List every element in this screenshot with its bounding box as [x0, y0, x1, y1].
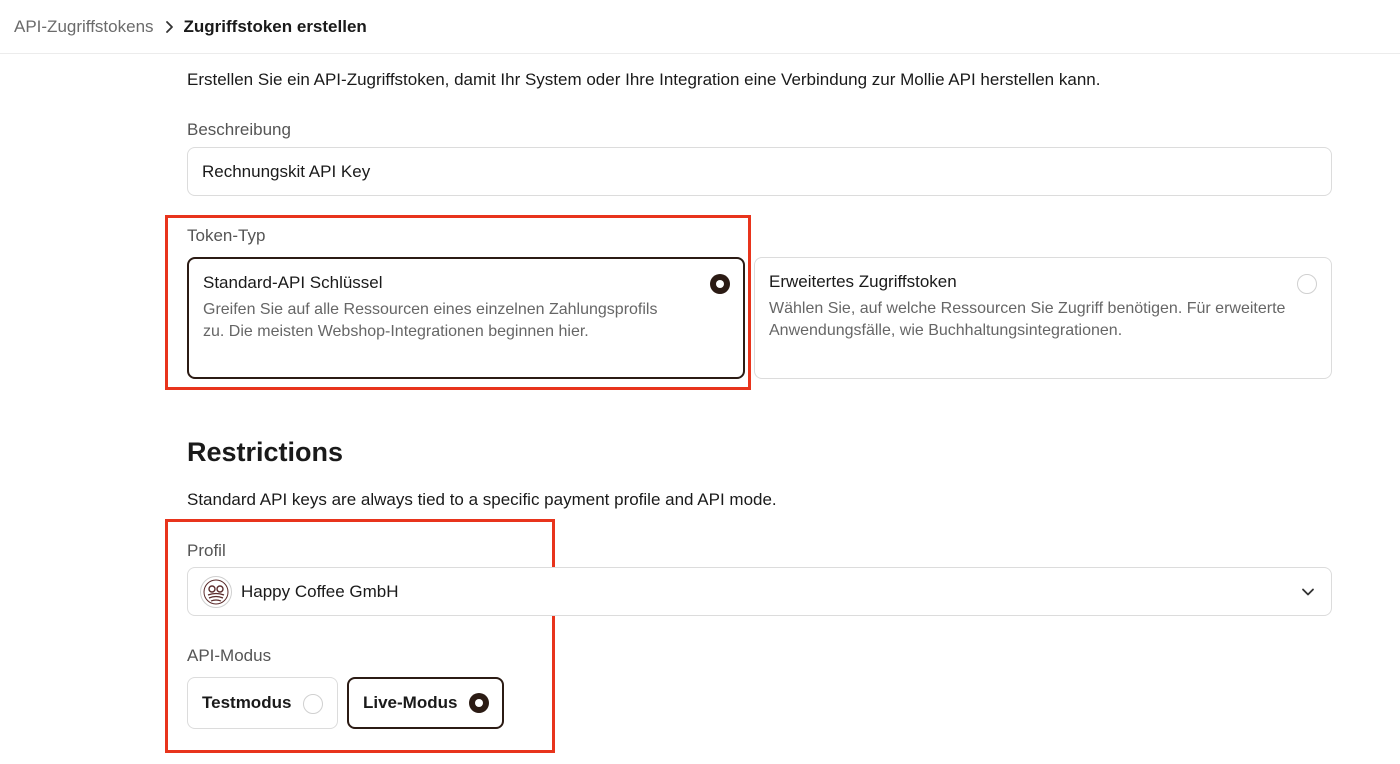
api-mode-label: API-Modus	[187, 646, 272, 665]
api-mode-test-label: Testmodus	[202, 693, 292, 712]
restrictions-description: Standard API keys are always tied to a s…	[187, 490, 777, 509]
description-input[interactable]: Rechnungskit API Key	[187, 147, 1332, 196]
breadcrumb-current: Zugriffstoken erstellen	[183, 16, 367, 36]
api-mode-live-label: Live-Modus	[363, 693, 458, 712]
chevron-right-icon	[164, 20, 174, 34]
token-option-extended-title: Erweitertes Zugriffstoken	[769, 272, 957, 291]
token-option-extended-description: Wählen Sie, auf welche Ressourcen Sie Zu…	[769, 300, 1286, 339]
coffee-logo-icon	[200, 575, 232, 608]
intro-text: Erstellen Sie ein API-Zugriffstoken, dam…	[187, 70, 1101, 89]
token-option-extended[interactable]: Erweitertes Zugriffstoken Wählen Sie, au…	[754, 257, 1332, 379]
token-option-standard-title: Standard-API Schlüssel	[203, 273, 383, 292]
token-option-standard[interactable]: Standard-API Schlüssel Greifen Sie auf a…	[187, 257, 745, 379]
description-input-value: Rechnungskit API Key	[202, 161, 371, 181]
token-option-standard-description: Greifen Sie auf alle Ressourcen eines ei…	[203, 301, 658, 340]
radio-selected-icon[interactable]	[710, 274, 730, 294]
radio-unselected-icon[interactable]	[1297, 274, 1317, 294]
radio-selected-icon[interactable]	[469, 693, 489, 713]
token-type-label: Token-Typ	[187, 226, 266, 245]
profile-select[interactable]: Happy Coffee GmbH	[187, 567, 1332, 616]
api-mode-test-option[interactable]: Testmodus	[187, 677, 338, 729]
radio-unselected-icon[interactable]	[303, 694, 323, 714]
restrictions-title: Restrictions	[187, 437, 344, 467]
profile-select-value: Happy Coffee GmbH	[241, 581, 399, 601]
api-mode-live-option[interactable]: Live-Modus	[347, 677, 504, 729]
breadcrumb: API-Zugriffstokens Zugriffstoken erstell…	[0, 0, 1400, 54]
breadcrumb-parent-link[interactable]: API-Zugriffstokens	[14, 17, 154, 37]
description-label: Beschreibung	[187, 120, 291, 139]
profile-label: Profil	[187, 541, 226, 560]
chevron-down-icon	[1301, 584, 1315, 604]
